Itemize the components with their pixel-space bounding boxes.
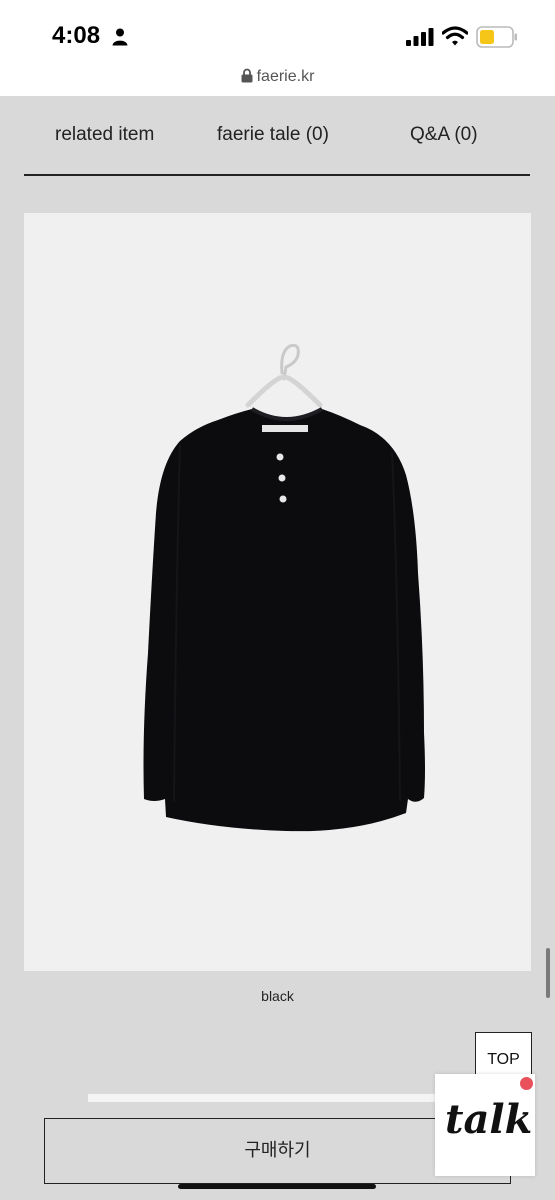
neck-label — [262, 425, 308, 432]
tabs-divider — [24, 174, 530, 176]
battery-icon — [476, 26, 517, 48]
talk-label: talk — [445, 1096, 533, 1143]
notification-dot-icon — [520, 1077, 533, 1090]
status-time: 4:08 — [52, 22, 101, 49]
detail-tabs: related item faerie tale (0) Q&A (0) — [24, 114, 530, 158]
url-bar[interactable]: faerie.kr — [0, 66, 555, 96]
shirt-on-hanger-illustration — [143, 343, 425, 832]
shirt-button-3 — [279, 495, 287, 503]
content-strip — [88, 1094, 468, 1102]
product-color-caption: black — [261, 988, 294, 1004]
shirt-button-1 — [276, 453, 284, 461]
hanger-shoulders — [245, 375, 323, 408]
hanger-hook — [280, 343, 300, 381]
shirt-body — [143, 409, 425, 832]
url-display[interactable]: faerie.kr — [0, 68, 555, 86]
scrollbar[interactable] — [546, 948, 550, 998]
status-bar: 4:08 — [0, 0, 555, 66]
tab-related-item[interactable]: related item — [55, 124, 154, 146]
talk-chat-button[interactable]: talk — [435, 1074, 535, 1176]
url-text: faerie.kr — [256, 68, 315, 85]
lock-icon — [241, 68, 253, 83]
tab-qna[interactable]: Q&A (0) — [410, 124, 478, 146]
person-icon — [112, 28, 128, 46]
home-indicator — [178, 1184, 376, 1189]
product-image — [24, 213, 531, 971]
shirt-button-2 — [278, 474, 286, 482]
wifi-icon — [442, 26, 468, 46]
tab-faerie-tale[interactable]: faerie tale (0) — [217, 124, 329, 146]
signal-icon — [406, 28, 434, 46]
page-content: related item faerie tale (0) Q&A (0) bla… — [0, 96, 555, 1104]
